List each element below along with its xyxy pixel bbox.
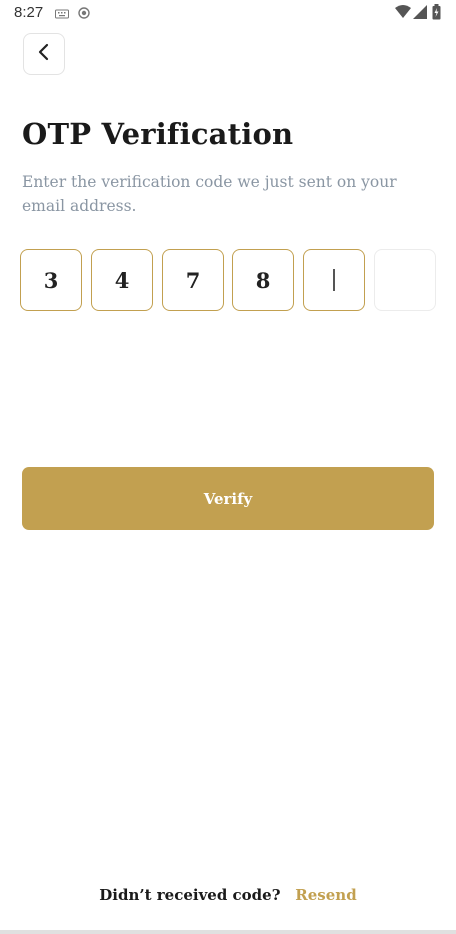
back-button[interactable]	[23, 33, 65, 75]
otp-digit-4[interactable]: 8	[232, 249, 294, 311]
status-time: 8:27	[14, 4, 44, 21]
resend-prompt: Didn’t received code?	[99, 886, 281, 904]
resend-link[interactable]: Resend	[295, 886, 356, 904]
otp-input-group: 3 4 7 8	[20, 249, 440, 311]
bottom-divider	[0, 930, 456, 934]
otp-digit-6[interactable]	[374, 249, 436, 311]
page-title: OTP Verification	[22, 117, 294, 151]
signal-icon	[413, 5, 427, 24]
otp-digit-1[interactable]: 3	[20, 249, 82, 311]
verify-button[interactable]: Verify	[22, 467, 434, 530]
record-icon	[78, 6, 90, 24]
status-bar: 8:27	[0, 0, 456, 26]
battery-icon	[432, 4, 441, 25]
resend-row: Didn’t received code? Resend	[0, 886, 456, 904]
keyboard-icon	[55, 6, 69, 24]
otp-digit-3[interactable]: 7	[162, 249, 224, 311]
otp-digit-5[interactable]	[303, 249, 365, 311]
page-subtitle: Enter the verification code we just sent…	[22, 173, 397, 215]
wifi-icon	[395, 5, 411, 24]
otp-digit-2[interactable]: 4	[91, 249, 153, 311]
text-cursor	[333, 269, 335, 291]
chevron-left-icon	[37, 43, 51, 66]
